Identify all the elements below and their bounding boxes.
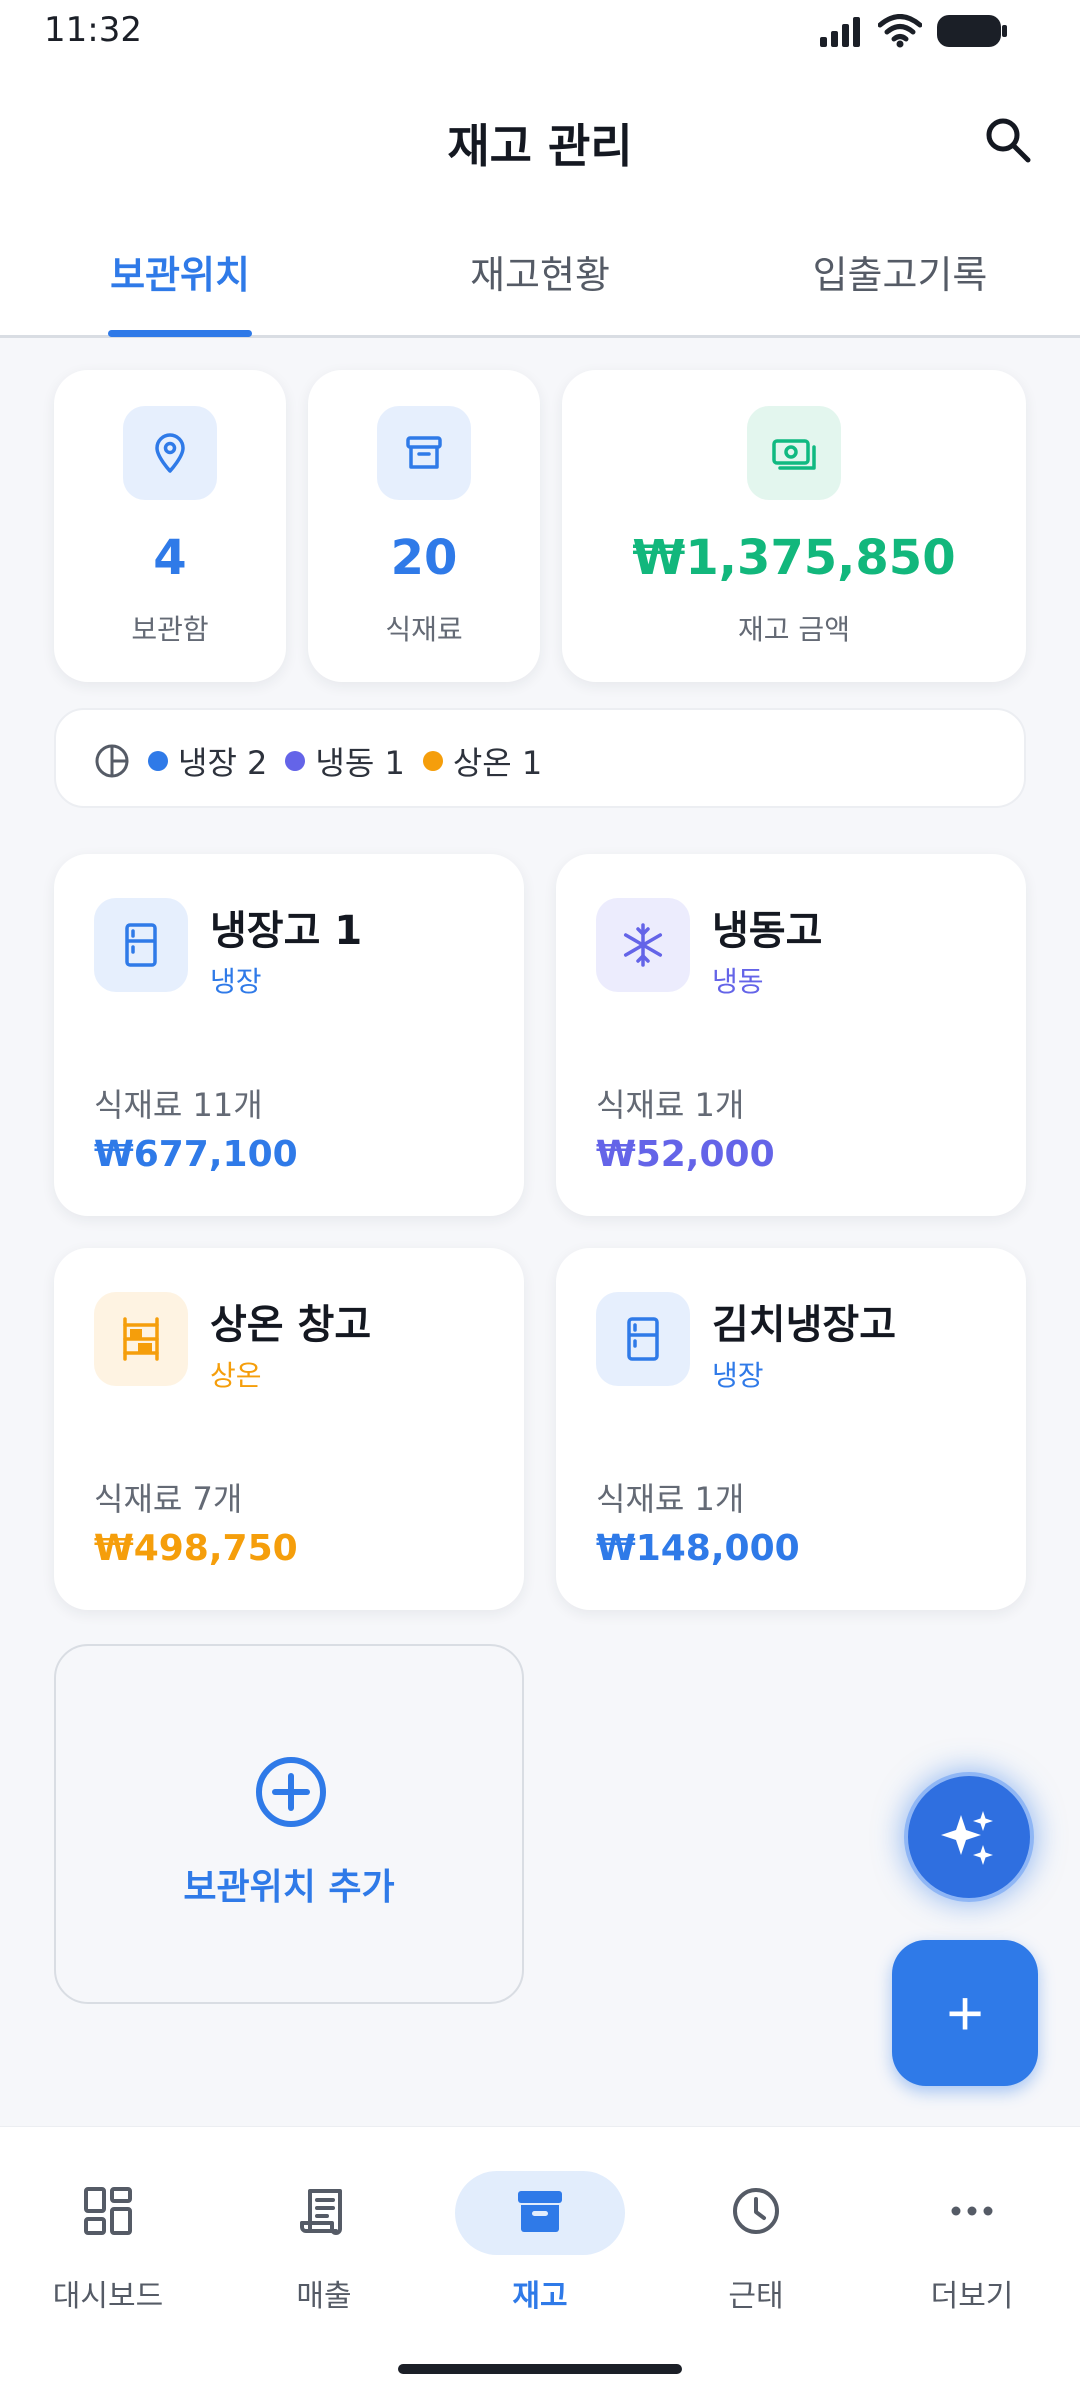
add-item-button[interactable]: +: [892, 1940, 1038, 2086]
pie-chart-icon: [95, 744, 129, 778]
tab-storage-location[interactable]: 보관위치: [0, 244, 360, 299]
location-type: 상온: [210, 1359, 262, 1392]
status-time: 11:32: [44, 10, 142, 50]
location-card-room-temp-storage[interactable]: 상온 창고 상온 식재료 7개 ₩498,750: [54, 1248, 524, 1610]
ingredient-count: 20: [390, 530, 458, 586]
legend-item-frozen: 냉동 1: [285, 738, 405, 784]
location-type: 냉장: [712, 1359, 764, 1392]
nav-label: 더보기: [930, 2279, 1014, 2314]
ingredient-label: 식재료: [385, 613, 463, 646]
search-icon: [986, 118, 1031, 163]
sparkle-icon: [941, 1811, 993, 1865]
status-bar: 11:32: [0, 0, 1080, 64]
location-name: 상온 창고: [210, 1302, 372, 1348]
nav-label: 대시보드: [52, 2279, 164, 2314]
legend-dot: [422, 751, 443, 771]
location-type: 냉동: [712, 965, 764, 998]
location-card-kimchi-fridge[interactable]: 김치냉장고 냉장 식재료 1개 ₩148,000: [556, 1248, 1026, 1610]
location-name: 냉동고: [712, 908, 823, 954]
plus-icon: +: [946, 1977, 984, 2049]
legend-label: 상온 1: [452, 744, 543, 782]
plus-circle-icon: [256, 1757, 326, 1827]
tab-bar: 보관위치 재고현황 입출고기록: [0, 230, 1080, 338]
nav-item-dashboard[interactable]: 대시보드: [0, 2171, 216, 2331]
fridge-icon: [596, 1292, 690, 1386]
ai-assistant-button[interactable]: [904, 1772, 1034, 1902]
stat-card-amount: ₩1,375,850 재고 금액: [562, 370, 1026, 682]
snowflake-icon: [596, 898, 690, 992]
location-amount: ₩52,000: [596, 1134, 775, 1175]
inventory-amount: ₩1,375,850: [632, 530, 956, 586]
legend-item-room-temp: 상온 1: [422, 738, 543, 784]
app-header: 재고 관리: [0, 100, 1080, 180]
shelf-icon: [94, 1292, 188, 1386]
tab-active-indicator: [108, 330, 252, 337]
add-location-label: 보관위치 추가: [183, 1867, 395, 1908]
tab-inventory-status[interactable]: 재고현황: [360, 244, 720, 299]
wifi-icon: [878, 14, 922, 48]
nav-item-attendance[interactable]: 근태: [648, 2171, 864, 2331]
location-ingredient-count: 식재료 7개: [94, 1480, 243, 1518]
nav-label: 재고: [512, 2279, 568, 2314]
location-amount: ₩677,100: [94, 1134, 298, 1175]
battery-icon: [937, 15, 1007, 47]
location-type: 냉장: [210, 965, 262, 998]
nav-item-sales[interactable]: 매출: [216, 2171, 432, 2331]
storage-type-summary: 냉장 2 냉동 1 상온 1: [54, 708, 1026, 808]
nav-label: 매출: [296, 2279, 352, 2314]
nav-label: 근태: [728, 2279, 784, 2314]
legend-dot: [285, 751, 306, 771]
map-pin-icon: [123, 406, 217, 500]
stat-card-storage: 4 보관함: [54, 370, 286, 682]
stat-card-ingredients: 20 식재료: [308, 370, 540, 682]
tab-in-out-records[interactable]: 입출고기록: [720, 244, 1080, 299]
signal-icon: [820, 17, 860, 47]
location-card-freezer[interactable]: 냉동고 냉동 식재료 1개 ₩52,000: [556, 854, 1026, 1216]
inventory-amount-label: 재고 금액: [738, 613, 850, 646]
storage-count: 4: [153, 530, 187, 586]
location-amount: ₩498,750: [94, 1528, 298, 1569]
nav-item-inventory[interactable]: 재고: [432, 2171, 648, 2331]
home-indicator: [398, 2364, 682, 2374]
fridge-icon: [94, 898, 188, 992]
location-card-fridge-1[interactable]: 냉장고 1 냉장 식재료 11개 ₩677,100: [54, 854, 524, 1216]
page-title: 재고 관리: [447, 119, 633, 173]
search-button[interactable]: [976, 108, 1040, 172]
location-ingredient-count: 식재료 1개: [596, 1086, 745, 1124]
location-name: 냉장고 1: [210, 908, 363, 954]
archive-box-icon: [377, 406, 471, 500]
receipt-icon: [284, 2171, 364, 2251]
legend-label: 냉동 1: [315, 744, 405, 782]
archive-box-icon: [500, 2171, 580, 2251]
legend-label: 냉장 2: [178, 744, 268, 782]
nav-item-more[interactable]: 더보기: [864, 2171, 1080, 2331]
legend-item-refrigerated: 냉장 2: [148, 738, 267, 784]
status-icons: [820, 14, 1008, 48]
bottom-navigation: 대시보드 매출 재고 근태 더보기: [0, 2126, 1080, 2400]
more-icon: [932, 2171, 1012, 2251]
location-name: 김치냉장고: [712, 1302, 896, 1348]
dashboard-icon: [68, 2171, 148, 2251]
location-amount: ₩148,000: [596, 1528, 800, 1569]
legend-dot: [148, 751, 168, 771]
location-ingredient-count: 식재료 11개: [94, 1086, 263, 1124]
add-location-button[interactable]: 보관위치 추가: [54, 1644, 524, 2004]
clock-icon: [716, 2171, 796, 2251]
cash-icon: [747, 406, 841, 500]
location-ingredient-count: 식재료 1개: [596, 1480, 745, 1518]
storage-label: 보관함: [131, 613, 209, 646]
